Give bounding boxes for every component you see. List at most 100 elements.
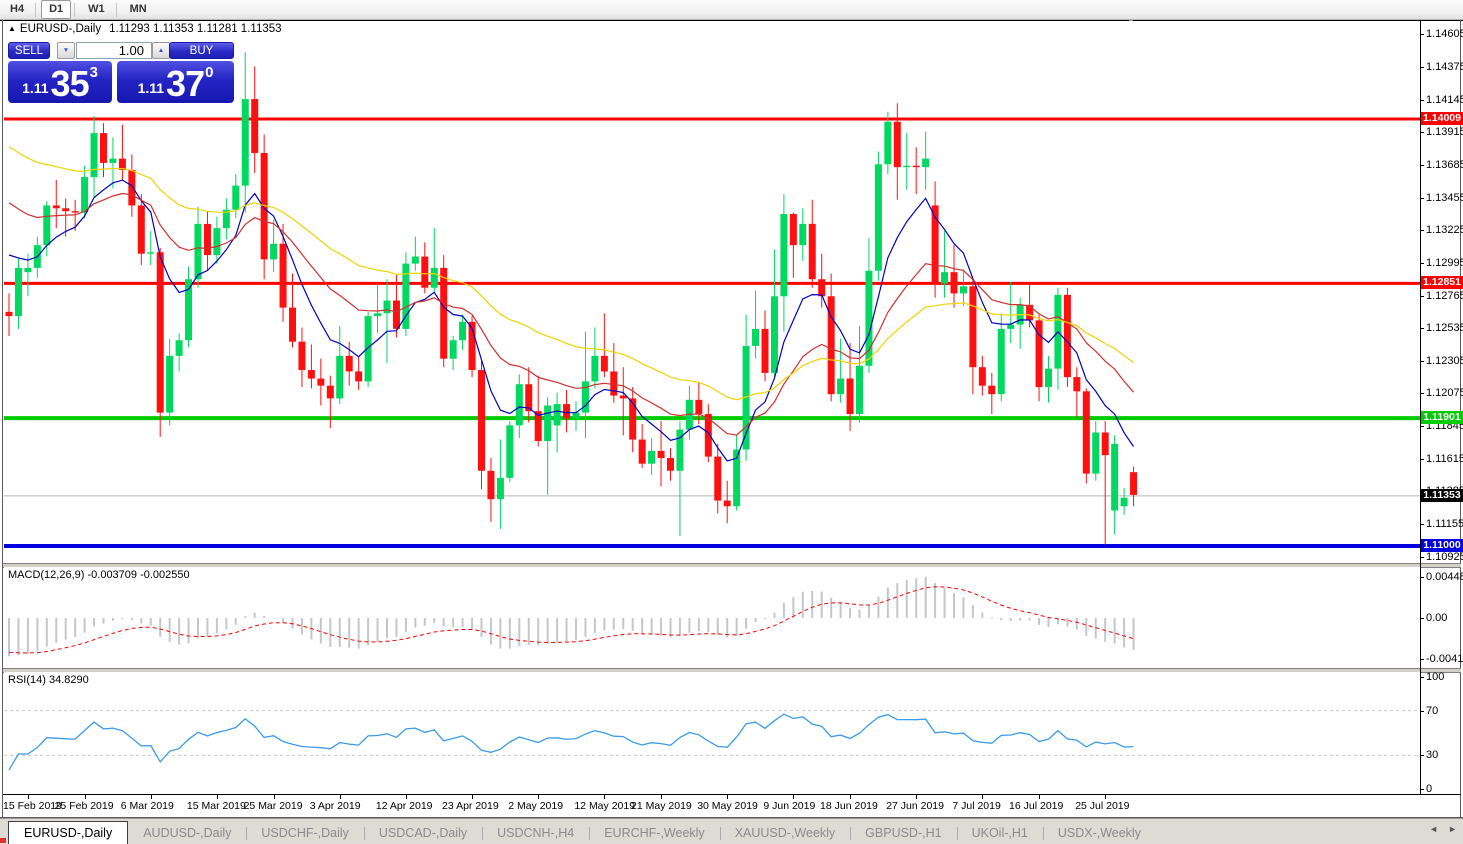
candle-body: [213, 228, 220, 255]
collapse-panel-icon[interactable]: ▲: [8, 24, 16, 33]
price-axis-tick: [1420, 67, 1424, 68]
candle-body: [639, 440, 646, 464]
candle-body: [1026, 305, 1033, 321]
chart-tab-eurchf-weekly[interactable]: EURCHF-,Weekly: [589, 822, 719, 844]
price-axis-tick: [1420, 557, 1424, 558]
candle-body: [232, 186, 239, 210]
candle-body: [752, 329, 759, 346]
timeframe-button-w1[interactable]: W1: [80, 0, 113, 19]
chart-tab-audusd-daily[interactable]: AUDUSD-,Daily: [128, 822, 246, 844]
candle-body: [960, 286, 967, 293]
volume-increase-button[interactable]: ▲: [152, 42, 170, 59]
candle-body: [317, 379, 324, 386]
date-axis-label: 25 Jul 2019: [1075, 800, 1129, 812]
price-axis-tick-label: 1.13455: [1426, 192, 1463, 204]
timeframe-button-h4[interactable]: H4: [2, 0, 32, 19]
candle-body: [771, 296, 778, 373]
candle-body: [251, 99, 258, 153]
date-axis-tick: [661, 795, 662, 799]
candle-body: [1092, 432, 1099, 473]
candle-body: [374, 313, 381, 316]
price-axis-tick-label: 1.12535: [1426, 322, 1463, 334]
candle-body: [714, 457, 721, 501]
date-axis-tick: [28, 795, 29, 799]
macd-axis-tick: [1420, 577, 1424, 578]
candle-body: [147, 252, 154, 253]
sell-button[interactable]: SELL: [8, 42, 50, 59]
date-axis-tick: [727, 795, 728, 799]
date-axis-tick: [538, 795, 539, 799]
chart-tab-xauusd-weekly[interactable]: XAUUSD-,Weekly: [720, 822, 850, 844]
date-axis[interactable]: 15 Feb 201925 Feb 20196 Mar 201915 Mar 2…: [3, 795, 1420, 817]
candle-body: [563, 404, 570, 418]
volume-decrease-button[interactable]: ▼: [57, 42, 75, 59]
chart-tab-gbpusd-h1[interactable]: GBPUSD-,H1: [850, 822, 956, 844]
price-axis-tick: [1420, 230, 1424, 231]
candle-body: [176, 340, 183, 356]
price-level-chip: 1.12851: [1421, 276, 1463, 289]
candle-body: [138, 205, 145, 253]
date-axis-tick: [982, 795, 983, 799]
price-axis-tick-label: 1.10925: [1426, 551, 1463, 563]
candle-body: [601, 356, 608, 372]
tab-scroll-left-icon[interactable]: ◄: [1429, 824, 1438, 834]
candle-body: [591, 356, 598, 382]
buy-button[interactable]: BUY: [169, 42, 234, 59]
macd-indicator-canvas[interactable]: [4, 567, 1420, 668]
macd-axis-tick-label: 0.00: [1426, 612, 1447, 624]
date-axis-label: 6 Mar 2019: [121, 800, 174, 812]
candle-body: [1121, 498, 1128, 507]
timeframe-button-d1[interactable]: D1: [41, 0, 71, 19]
rsi-axis-tick: [1420, 677, 1424, 678]
candle-body: [516, 384, 523, 425]
volume-input[interactable]: 1.00: [76, 42, 152, 59]
candle-body: [506, 425, 513, 477]
date-axis-tick: [1105, 795, 1106, 799]
candle-body: [62, 208, 69, 211]
date-axis-label: 25 Mar 2019: [244, 800, 303, 812]
price-axis-tick-label: 1.14605: [1426, 28, 1463, 40]
toolbar-separator: [74, 3, 75, 17]
candle-body: [979, 367, 986, 385]
chart-tab-usdcad-daily[interactable]: USDCAD-,Daily: [364, 822, 482, 844]
candle-body: [554, 404, 561, 425]
date-axis-label: 27 Jun 2019: [886, 800, 944, 812]
rsi-indicator-canvas[interactable]: [4, 672, 1420, 794]
candle-body: [157, 252, 164, 412]
buy-price-panel[interactable]: 1.11 37 0: [117, 61, 234, 103]
candle-body: [459, 322, 466, 340]
toolbar-separator: [116, 3, 117, 17]
candle-body: [431, 268, 438, 288]
tab-scroll-right-icon[interactable]: ►: [1448, 824, 1457, 834]
rsi-axis-tick-label: 30: [1426, 749, 1438, 761]
candle-body: [1064, 295, 1071, 377]
candle-body: [72, 211, 79, 212]
date-axis-label: 7 Jul 2019: [952, 800, 1000, 812]
candle-body: [1083, 391, 1090, 473]
price-axis-tick: [1420, 296, 1424, 297]
price-axis-tick-label: 1.13225: [1426, 224, 1463, 236]
date-axis-tick: [274, 795, 275, 799]
candle-body: [327, 386, 334, 399]
chart-tab-usdx-weekly[interactable]: USDX-,Weekly: [1043, 822, 1156, 844]
timeframe-button-mn[interactable]: MN: [122, 0, 155, 19]
candle-body: [809, 224, 816, 279]
price-axis-tick: [1420, 263, 1424, 264]
price-axis-tick: [1420, 459, 1424, 460]
price-level-chip: 1.14009: [1421, 112, 1463, 125]
chart-tab-usdcnh-h4[interactable]: USDCNH-,H4: [482, 822, 589, 844]
candle-body: [478, 370, 485, 471]
price-axis-tick: [1420, 132, 1424, 133]
rsi-line: [9, 714, 1134, 770]
candle-body: [790, 214, 797, 245]
chart-tab-ukoil-h1[interactable]: UKOil-,H1: [957, 822, 1043, 844]
candle-body: [695, 400, 702, 414]
candle-body: [780, 214, 787, 296]
price-axis-tick-label: 1.12995: [1426, 257, 1463, 269]
candle-body: [308, 370, 315, 379]
chart-tab-usdchf-daily[interactable]: USDCHF-,Daily: [246, 822, 364, 844]
date-axis-tick: [217, 795, 218, 799]
sell-price-panel[interactable]: 1.11 35 3: [8, 61, 112, 103]
chart-symbol-label: EURUSD-,Daily: [20, 23, 101, 35]
chart-tab-eurusd-daily[interactable]: EURUSD-,Daily: [8, 821, 128, 844]
